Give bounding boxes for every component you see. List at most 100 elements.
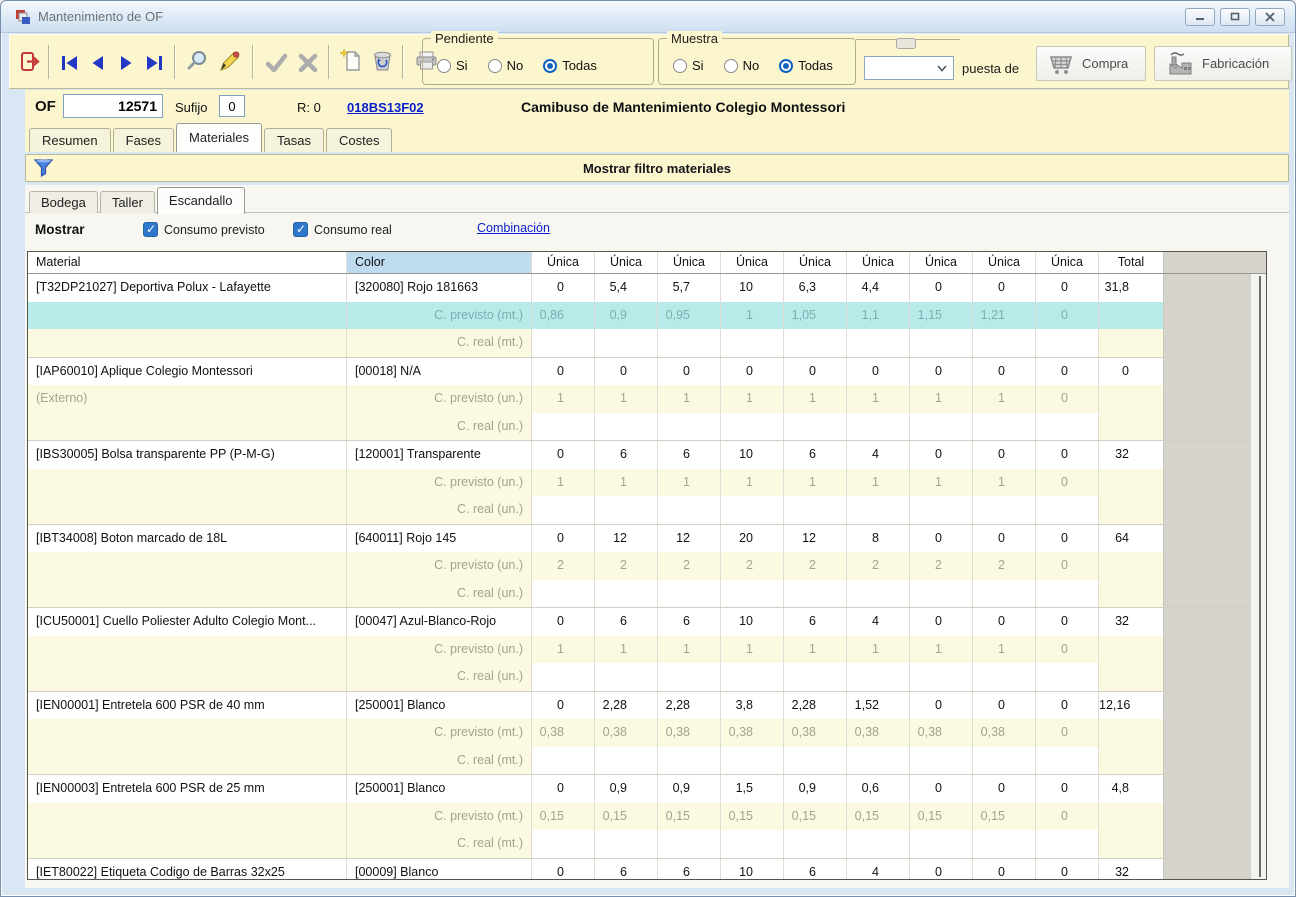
previsto-qty-cell[interactable]: 1 — [910, 469, 973, 497]
real-qty-cell[interactable] — [784, 413, 847, 441]
qty-cell[interactable]: 0 — [658, 358, 721, 386]
real-qty-cell[interactable] — [658, 413, 721, 441]
qty-cell[interactable]: 0 — [1036, 358, 1099, 386]
table-row-consumo-real[interactable]: C. real (un.) — [28, 580, 1266, 608]
qty-cell[interactable]: 0 — [973, 859, 1036, 881]
real-qty-cell[interactable] — [910, 663, 973, 691]
cancel-button[interactable] — [294, 49, 322, 77]
table-row-consumo-previsto[interactable]: C. previsto (mt.)0,380,380,380,380,380,3… — [28, 719, 1266, 747]
real-qty-cell[interactable] — [658, 663, 721, 691]
total-cell[interactable]: 12,16 — [1099, 692, 1164, 720]
qty-cell[interactable]: 6,3 — [784, 274, 847, 302]
total-empty-cell[interactable] — [1099, 580, 1164, 608]
previsto-qty-cell[interactable]: 0,38 — [847, 719, 910, 747]
compra-button[interactable]: Compra — [1036, 46, 1146, 81]
table-row-consumo-real[interactable]: C. real (un.) — [28, 496, 1266, 524]
real-qty-cell[interactable] — [910, 747, 973, 775]
real-qty-cell[interactable] — [595, 663, 658, 691]
real-qty-cell[interactable] — [847, 413, 910, 441]
last-record-button[interactable] — [140, 49, 168, 77]
qty-cell[interactable]: 6 — [595, 859, 658, 881]
color-cell[interactable]: [00018] N/A — [347, 358, 532, 386]
previsto-qty-cell[interactable]: 1 — [910, 636, 973, 664]
consumo-real-label[interactable]: C. real (un.) — [347, 496, 532, 524]
material-empty-cell[interactable] — [28, 747, 347, 775]
previsto-qty-cell[interactable]: 0 — [1036, 385, 1099, 413]
table-row-consumo-previsto[interactable]: C. previsto (mt.)0,150,150,150,150,150,1… — [28, 803, 1266, 831]
qty-cell[interactable]: 4 — [847, 859, 910, 881]
previsto-qty-cell[interactable]: 1,21 — [973, 302, 1036, 330]
qty-cell[interactable]: 0 — [1036, 775, 1099, 803]
real-qty-cell[interactable] — [910, 329, 973, 357]
real-qty-cell[interactable] — [1036, 329, 1099, 357]
real-qty-cell[interactable] — [532, 580, 595, 608]
real-qty-cell[interactable] — [532, 413, 595, 441]
column-header-unica-7[interactable]: Única — [910, 252, 973, 273]
qty-cell[interactable]: 12 — [784, 525, 847, 553]
qty-cell[interactable]: 6 — [595, 441, 658, 469]
previsto-qty-cell[interactable]: 1 — [595, 469, 658, 497]
qty-cell[interactable]: 0 — [532, 525, 595, 553]
qty-cell[interactable]: 6 — [595, 608, 658, 636]
qty-cell[interactable]: 6 — [784, 441, 847, 469]
radio-muestra-todas[interactable]: Todas — [779, 58, 833, 73]
table-row-consumo-previsto[interactable]: (Externo)C. previsto (un.)111111110 — [28, 385, 1266, 413]
previsto-qty-cell[interactable]: 2 — [847, 552, 910, 580]
previsto-qty-cell[interactable]: 1 — [721, 636, 784, 664]
real-qty-cell[interactable] — [532, 747, 595, 775]
radio-muestra-no[interactable]: No — [724, 58, 760, 73]
subtab-bodega[interactable]: Bodega — [29, 191, 98, 213]
consumo-previsto-label[interactable]: C. previsto (mt.) — [347, 719, 532, 747]
color-cell[interactable]: [250001] Blanco — [347, 775, 532, 803]
qty-cell[interactable]: 0 — [910, 608, 973, 636]
consumo-previsto-label[interactable]: C. previsto (un.) — [347, 552, 532, 580]
material-cell[interactable]: [IEN00001] Entretela 600 PSR de 40 mm — [28, 692, 347, 720]
qty-cell[interactable]: 0,9 — [658, 775, 721, 803]
total-cell[interactable]: 32 — [1099, 859, 1164, 881]
color-cell[interactable]: [320080] Rojo 181663 — [347, 274, 532, 302]
materials-filter-bar[interactable]: Mostrar filtro materiales — [25, 154, 1289, 182]
qty-cell[interactable]: 0 — [1036, 692, 1099, 720]
minimize-button[interactable] — [1185, 8, 1215, 26]
search-button[interactable] — [184, 47, 212, 75]
qty-cell[interactable]: 8 — [847, 525, 910, 553]
qty-cell[interactable]: 0 — [910, 358, 973, 386]
table-row-material[interactable]: [ICU50001] Cuello Poliester Adulto Coleg… — [28, 607, 1266, 636]
new-record-button[interactable] — [338, 47, 366, 75]
previsto-qty-cell[interactable]: 0,38 — [973, 719, 1036, 747]
titlebar[interactable]: Mantenimiento de OF — [1, 1, 1295, 33]
tab-costes[interactable]: Costes — [326, 128, 392, 152]
real-qty-cell[interactable] — [721, 663, 784, 691]
total-cell[interactable]: 32 — [1099, 441, 1164, 469]
total-cell[interactable]: 4,8 — [1099, 775, 1164, 803]
column-header-color[interactable]: Color — [347, 252, 532, 273]
qty-cell[interactable]: 0 — [973, 525, 1036, 553]
real-qty-cell[interactable] — [973, 580, 1036, 608]
qty-cell[interactable]: 2,28 — [784, 692, 847, 720]
real-qty-cell[interactable] — [784, 496, 847, 524]
consumo-real-label[interactable]: C. real (mt.) — [347, 329, 532, 357]
color-cell[interactable]: [120001] Transparente — [347, 441, 532, 469]
previsto-qty-cell[interactable]: 0,15 — [847, 803, 910, 831]
previsto-qty-cell[interactable]: 0,15 — [784, 803, 847, 831]
consumo-real-label[interactable]: C. real (mt.) — [347, 830, 532, 858]
color-cell[interactable]: [00009] Blanco — [347, 859, 532, 881]
previsto-qty-cell[interactable]: 0,38 — [910, 719, 973, 747]
material-note-cell[interactable] — [28, 469, 347, 497]
previsto-qty-cell[interactable]: 1 — [532, 469, 595, 497]
material-empty-cell[interactable] — [28, 496, 347, 524]
real-qty-cell[interactable] — [784, 580, 847, 608]
total-empty-cell[interactable] — [1099, 830, 1164, 858]
real-qty-cell[interactable] — [910, 580, 973, 608]
qty-cell[interactable]: 0 — [532, 859, 595, 881]
consumo-real-label[interactable]: C. real (un.) — [347, 580, 532, 608]
previsto-qty-cell[interactable]: 2 — [910, 552, 973, 580]
total-cell[interactable]: 31,8 — [1099, 274, 1164, 302]
material-empty-cell[interactable] — [28, 329, 347, 357]
real-qty-cell[interactable] — [973, 830, 1036, 858]
total-empty-cell[interactable] — [1099, 747, 1164, 775]
first-record-button[interactable] — [56, 49, 84, 77]
material-note-cell[interactable] — [28, 803, 347, 831]
delete-button[interactable] — [368, 46, 396, 74]
consumo-real-label[interactable]: C. real (mt.) — [347, 747, 532, 775]
